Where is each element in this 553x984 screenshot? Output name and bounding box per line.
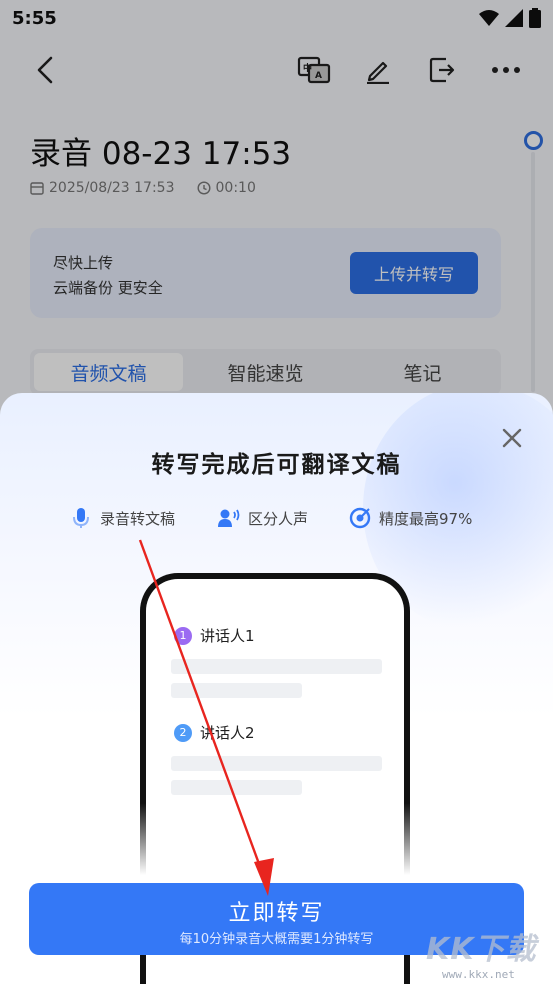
annotation-arrow (138, 539, 274, 896)
watermark: KK下载 www.kkx.net (426, 924, 546, 982)
watermark-url: www.kkx.net (442, 968, 515, 981)
watermark-logo: KK下载 (426, 932, 537, 967)
